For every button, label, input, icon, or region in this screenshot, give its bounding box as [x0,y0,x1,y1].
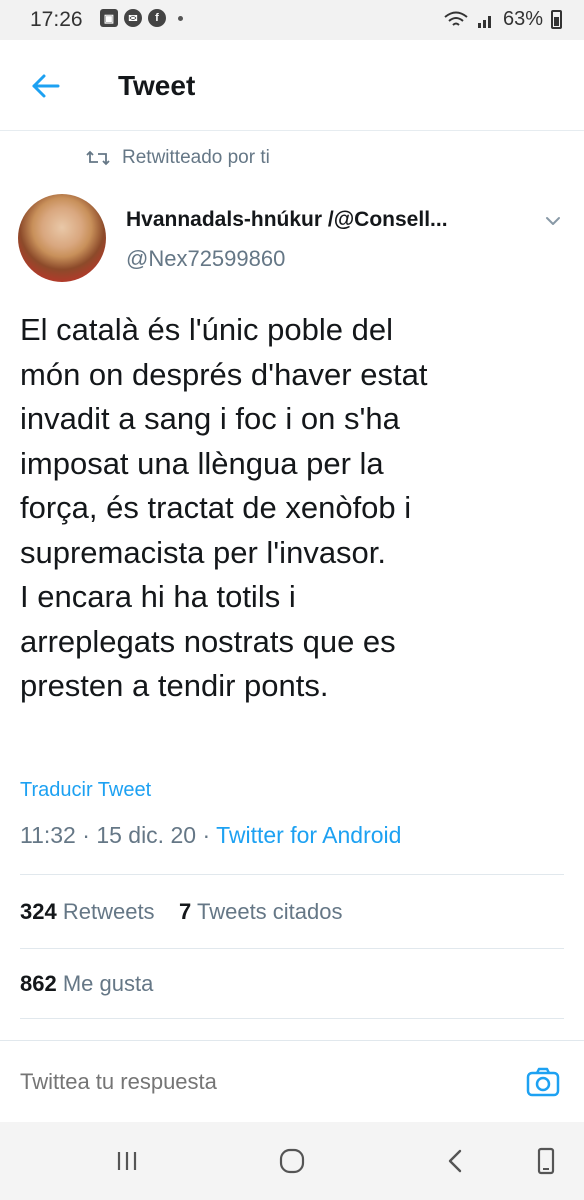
system-navbar [0,1122,584,1200]
avatar[interactable] [18,194,106,282]
messenger-icon: ✉ [124,9,142,27]
status-system-icons: 63% [443,8,562,31]
quotes-label: Tweets citados [196,899,343,924]
retweet-note-label: Retwitteado por ti [122,147,270,168]
likes-count: 862 [20,971,57,996]
back-icon[interactable] [436,1144,476,1178]
author-handle[interactable]: @Nex72599860 [126,246,285,272]
tweet-date: 15 dic. 20 [96,822,197,848]
tweet-text: El català és l'únic poble del món on des… [20,312,428,703]
divider [20,948,564,949]
divider [20,874,564,875]
retweet-stats: 324 Retweets 7 Tweets citados [20,899,343,925]
status-time: 17:26 [30,8,83,31]
reply-bar [0,1040,584,1123]
gallery-icon: ▣ [100,9,118,27]
rotate-icon[interactable] [526,1144,566,1178]
quotes-count: 7 [179,899,192,924]
page-title: Tweet [118,70,196,101]
recent-apps-icon[interactable] [107,1144,147,1178]
meta-separator: · [202,822,217,848]
battery-icon [551,10,562,29]
tweet-source-link[interactable]: Twitter for Android [216,822,401,848]
battery-percent: 63% [502,8,543,30]
retweets-count: 324 [20,899,57,924]
likes-label: Me gusta [62,971,154,996]
retweets-label: Retweets [62,899,155,924]
author-name[interactable]: Hvannadals-hnúkur /@Consell... [126,208,448,232]
quotes-stat[interactable]: 7 Tweets citados [179,899,342,924]
reply-input[interactable] [20,1069,480,1095]
home-icon[interactable] [272,1144,312,1178]
camera-icon[interactable] [524,1063,562,1101]
likes-stat[interactable]: 862 Me gusta [20,971,153,997]
wifi-icon [444,11,468,26]
retweet-icon [86,150,110,166]
arrow-left-icon[interactable] [26,68,66,104]
chevron-down-icon[interactable] [540,208,566,234]
status-bar: 17:26 ▣ ✉ f 63% [0,0,584,40]
tweet-time: 11:32 [20,822,76,848]
meta-separator: · [82,822,97,848]
retweet-note: Retwitteado por ti [86,147,270,169]
status-notification-icons: ▣ ✉ f [100,9,183,27]
tweet-meta: 11:32 · 15 dic. 20 · Twitter for Android [20,822,401,849]
tweet-header: Tweet [0,40,584,131]
divider [20,1018,564,1019]
notification-dot [178,15,183,21]
translate-tweet-link[interactable]: Traducir Tweet [20,779,151,802]
facebook-icon: f [148,9,166,27]
retweets-stat[interactable]: 324 Retweets [20,899,155,924]
signal-icon [477,15,491,28]
